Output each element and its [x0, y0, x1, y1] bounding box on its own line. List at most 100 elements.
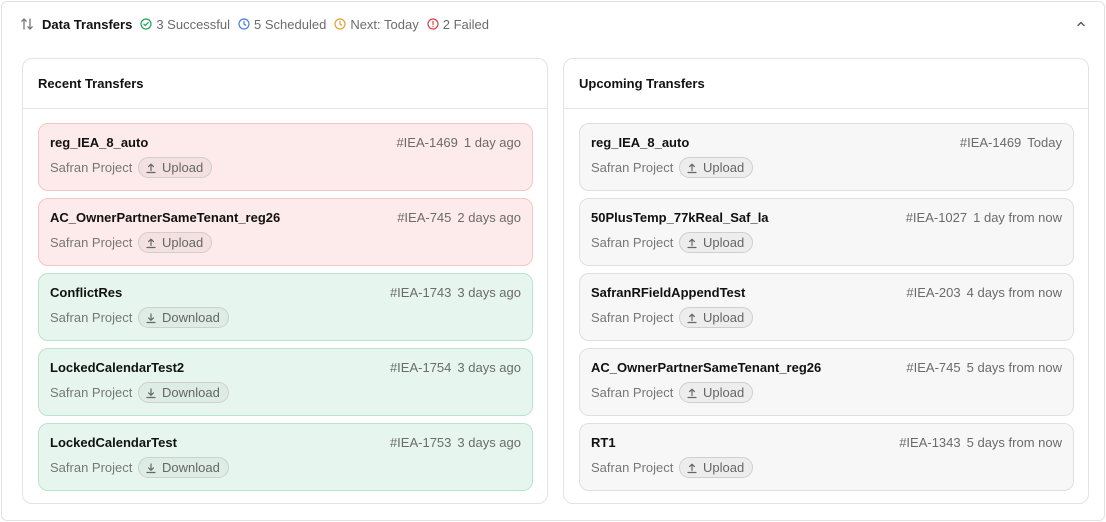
transfer-id: #IEA-745	[906, 360, 961, 375]
transfer-type-label: Download	[162, 460, 220, 475]
transfer-project: Safran Project	[50, 235, 133, 250]
transfer-type-label: Upload	[162, 235, 204, 250]
transfer-card[interactable]: LockedCalendarTest2 #IEA-1754 3 days ago Sa…	[38, 348, 533, 416]
upcoming-transfers-panel: Upcoming Transfers reg_IEA_8_auto #IEA-14…	[563, 58, 1089, 504]
transfer-card[interactable]: 50PlusTemp_77kReal_Saf_la #IEA-1027 1 day …	[579, 198, 1074, 266]
transfer-type-label: Upload	[703, 385, 745, 400]
stat-failed: 2 Failed	[427, 17, 489, 32]
collapse-button[interactable]	[1072, 15, 1090, 33]
transfer-card[interactable]: SafranRFieldAppendTest #IEA-203 4 days fro…	[579, 273, 1074, 341]
transfer-project: Safran Project	[591, 385, 674, 400]
stat-successful: 3 Successful	[140, 17, 230, 32]
transfer-project: Safran Project	[591, 160, 674, 175]
transfer-type-badge: Upload	[679, 382, 754, 403]
upload-icon	[687, 313, 697, 323]
transfer-type-label: Upload	[703, 460, 745, 475]
clock-icon	[334, 18, 346, 30]
transfer-type-badge: Upload	[138, 157, 213, 178]
transfer-project: Safran Project	[591, 235, 674, 250]
stat-scheduled-label: 5 Scheduled	[254, 16, 327, 32]
transfer-card[interactable]: reg_IEA_8_auto #IEA-1469 Today Safran Proje…	[579, 123, 1074, 191]
transfer-name: RT1	[591, 435, 616, 450]
transfer-meta: #IEA-203 4 days from now	[906, 285, 1062, 300]
transfer-type-label: Upload	[162, 160, 204, 175]
transfer-time: 1 day ago	[463, 135, 521, 150]
transfer-type-label: Upload	[703, 235, 745, 250]
transfer-time: 3 days ago	[457, 285, 521, 300]
transfer-time: 4 days from now	[966, 285, 1062, 300]
transfer-id: #IEA-1469	[396, 135, 458, 150]
transfer-id: #IEA-1753	[389, 435, 452, 450]
transfer-meta: #IEA-1469 1 day ago	[396, 135, 521, 150]
transfer-name: 50PlusTemp_77kReal_Saf_la	[591, 210, 769, 225]
transfer-type-label: Download	[162, 385, 220, 400]
transfer-id: #IEA-203	[906, 285, 961, 300]
transfer-type-label: Upload	[703, 160, 745, 175]
stat-successful-label: 3 Successful	[156, 16, 231, 32]
transfer-time: 3 days ago	[457, 435, 521, 450]
transfer-time: 3 days ago	[457, 360, 521, 375]
transfer-id: #IEA-745	[397, 210, 452, 225]
transfer-card[interactable]: AC_OwnerPartnerSameTenant_reg26 #IEA-745 2…	[38, 198, 533, 266]
transfer-time: Today	[1027, 135, 1062, 150]
transfer-type-badge: Upload	[679, 232, 754, 253]
transfer-type-badge: Upload	[679, 157, 754, 178]
transfer-time: 1 day from now	[973, 210, 1062, 225]
transfer-project: Safran Project	[591, 460, 674, 475]
transfer-name: reg_IEA_8_auto	[50, 135, 149, 150]
transfer-project: Safran Project	[591, 310, 674, 325]
upcoming-transfers-title: Upcoming Transfers	[564, 59, 1088, 109]
transfer-meta: #IEA-745 2 days ago	[397, 210, 521, 225]
transfer-card[interactable]: RT1 #IEA-1343 5 days from now Safran Projec…	[579, 423, 1074, 491]
transfer-time: 5 days from now	[966, 435, 1062, 450]
transfer-meta: #IEA-1343 5 days from now	[899, 435, 1062, 450]
stat-failed-label: 2 Failed	[442, 16, 489, 32]
transfer-meta: #IEA-1027 1 day from now	[906, 210, 1062, 225]
upload-icon	[146, 163, 156, 173]
transfer-id: #IEA-1343	[899, 435, 961, 450]
transfer-card[interactable]: ConflictRes #IEA-1743 3 days ago Safran Pro…	[38, 273, 533, 341]
transfer-name: LockedCalendarTest2	[50, 360, 185, 375]
transfer-name: reg_IEA_8_auto	[591, 135, 690, 150]
transfer-name: AC_OwnerPartnerSameTenant_reg26	[50, 210, 281, 225]
transfer-type-badge: Download	[138, 382, 229, 403]
widget-title: Data Transfers	[42, 16, 133, 32]
transfer-meta: #IEA-1753 3 days ago	[390, 435, 521, 450]
transfer-time: 2 days ago	[457, 210, 521, 225]
transfer-type-label: Download	[162, 310, 220, 325]
transfer-name: LockedCalendarTest	[50, 435, 177, 450]
transfer-type-badge: Download	[138, 457, 229, 478]
recent-transfers-title: Recent Transfers	[23, 59, 547, 109]
upload-icon	[687, 463, 697, 473]
transfer-id: #IEA-1743	[389, 285, 452, 300]
transfer-card[interactable]: reg_IEA_8_auto #IEA-1469 1 day ago Safran P…	[38, 123, 533, 191]
transfer-type-badge: Upload	[679, 457, 754, 478]
upload-icon	[687, 388, 697, 398]
transfer-type-badge: Upload	[679, 307, 754, 328]
upload-icon	[146, 238, 156, 248]
transfer-id: #IEA-1754	[389, 360, 452, 375]
transfer-name: ConflictRes	[50, 285, 123, 300]
alert-circle-icon	[427, 18, 439, 30]
upload-icon	[687, 163, 697, 173]
transfer-card[interactable]: AC_OwnerPartnerSameTenant_reg26 #IEA-745 5…	[579, 348, 1074, 416]
transfer-name: SafranRFieldAppendTest	[591, 285, 746, 300]
transfer-project: Safran Project	[50, 385, 133, 400]
transfer-meta: #IEA-1743 3 days ago	[390, 285, 521, 300]
stat-next: Next: Today	[334, 16, 419, 32]
download-icon	[146, 387, 156, 398]
download-icon	[146, 312, 156, 323]
check-circle-icon	[140, 18, 152, 30]
upload-icon	[687, 238, 697, 248]
transfer-meta: #IEA-1469 Today	[960, 135, 1062, 150]
transfer-project: Safran Project	[50, 160, 133, 175]
transfer-card[interactable]: LockedCalendarTest #IEA-1753 3 days ago Saf…	[38, 423, 533, 491]
stat-next-label: Next: Today	[350, 16, 419, 32]
stat-scheduled: 5 Scheduled	[238, 17, 326, 32]
download-icon	[146, 462, 156, 473]
transfer-time: 5 days from now	[966, 360, 1062, 375]
widget-header[interactable]: Data Transfers 3 Successful 5 Scheduled …	[2, 2, 1104, 46]
transfer-meta: #IEA-745 5 days from now	[906, 360, 1062, 375]
transfer-arrows-icon	[20, 17, 34, 31]
transfer-id: #IEA-1027	[905, 210, 968, 225]
